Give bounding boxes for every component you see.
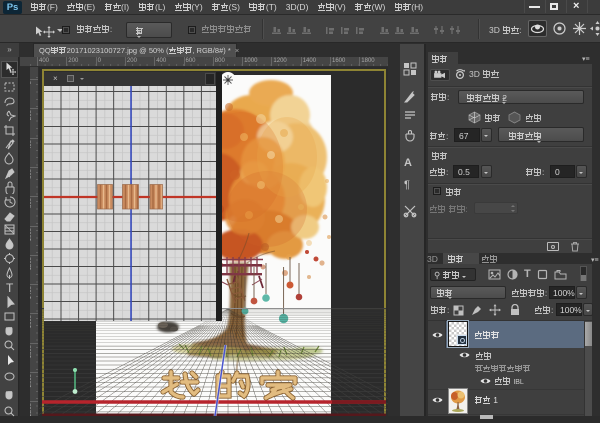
svg-text:T: T: [6, 281, 14, 294]
